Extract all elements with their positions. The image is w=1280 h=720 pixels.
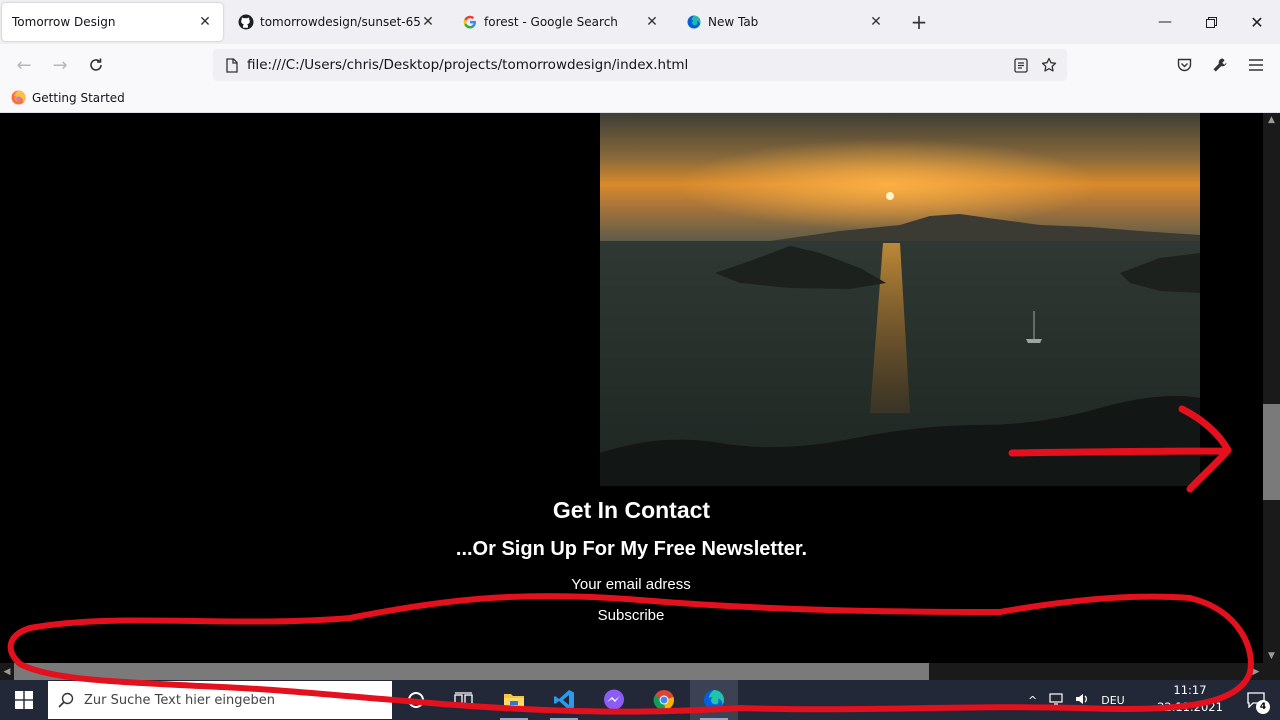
menu-icon[interactable] <box>1241 50 1271 80</box>
scrollbar-corner <box>1263 663 1280 680</box>
tab-title: forest - Google Search <box>484 15 618 29</box>
close-icon[interactable]: ✕ <box>868 14 884 30</box>
firefox-icon[interactable] <box>690 680 738 720</box>
horizontal-scrollbar[interactable]: ◀ ▶ <box>0 663 1263 680</box>
scroll-down-arrow[interactable]: ▼ <box>1263 649 1280 663</box>
tab-title: tomorrowdesign/sunset-65925… <box>260 15 420 29</box>
vertical-scroll-thumb[interactable] <box>1263 404 1280 500</box>
bookmarks-toolbar: Getting Started <box>0 86 1280 113</box>
scroll-left-arrow[interactable]: ◀ <box>0 663 14 680</box>
minimize-button[interactable]: — <box>1142 0 1188 44</box>
bookmark-label: Getting Started <box>32 90 125 105</box>
notification-badge: 4 <box>1256 700 1270 714</box>
close-icon[interactable]: ✕ <box>197 14 213 30</box>
forward-button[interactable]: → <box>45 50 75 80</box>
close-icon[interactable]: ✕ <box>644 14 660 30</box>
system-tray: ^ DEU <box>1028 680 1125 720</box>
clock-time: 11:17 <box>1173 683 1207 697</box>
volume-icon[interactable] <box>1075 693 1089 708</box>
tab-github[interactable]: tomorrowdesign/sunset-65925… ✕ <box>228 3 446 41</box>
new-tab-button[interactable]: + <box>906 10 932 34</box>
taskbar-clock[interactable]: 11:17 22.11.2021 <box>1150 682 1230 716</box>
reader-view-icon[interactable] <box>1007 57 1035 73</box>
tab-new-tab[interactable]: New Tab ✕ <box>676 3 894 41</box>
reload-button[interactable] <box>81 50 111 80</box>
taskbar-search[interactable] <box>48 681 392 719</box>
github-icon <box>238 14 254 30</box>
url-text[interactable]: file:///C:/Users/chris/Desktop/projects/… <box>247 57 1007 73</box>
tab-tomorrow-design[interactable]: Tomorrow Design ✕ <box>2 3 223 41</box>
navigation-bar: ← → file:///C:/Users/chris/Desktop/proje… <box>0 44 1280 86</box>
tab-google-search[interactable]: forest - Google Search ✕ <box>452 3 670 41</box>
url-bar[interactable]: file:///C:/Users/chris/Desktop/projects/… <box>213 49 1067 81</box>
horizontal-scroll-thumb[interactable] <box>14 663 929 680</box>
vscode-icon[interactable] <box>540 680 588 720</box>
restore-button[interactable] <box>1188 0 1234 44</box>
start-button[interactable] <box>0 680 48 720</box>
page-icon <box>217 57 247 73</box>
google-icon <box>462 14 478 30</box>
firefox-icon <box>686 14 702 30</box>
tab-title: Tomorrow Design <box>12 15 116 29</box>
tab-title: New Tab <box>708 15 759 29</box>
scroll-right-arrow[interactable]: ▶ <box>1249 663 1263 680</box>
clock-date: 22.11.2021 <box>1157 700 1223 714</box>
chrome-icon[interactable] <box>640 680 688 720</box>
messenger-icon[interactable] <box>590 680 638 720</box>
reload-icon <box>90 58 102 71</box>
search-icon <box>48 692 84 708</box>
notification-center-button[interactable]: 4 <box>1236 680 1276 720</box>
cortana-icon[interactable] <box>392 680 440 720</box>
email-field[interactable] <box>531 574 731 594</box>
vertical-scrollbar[interactable]: ▲ ▼ <box>1263 113 1280 663</box>
close-icon[interactable]: ✕ <box>420 14 436 30</box>
search-input[interactable] <box>84 692 374 708</box>
windows-icon <box>15 691 33 709</box>
bookmark-getting-started[interactable]: Getting Started <box>11 90 125 105</box>
newsletter-heading: ...Or Sign Up For My Free Newsletter. <box>455 538 808 560</box>
keyboard-language[interactable]: DEU <box>1101 694 1124 707</box>
back-button[interactable]: ← <box>9 50 39 80</box>
scroll-up-arrow[interactable]: ▲ <box>1263 113 1280 127</box>
windows-taskbar: ^ DEU 11:17 22.11.2021 4 <box>0 680 1280 720</box>
page-content: Get In Contact ...Or Sign Up For My Free… <box>0 113 1263 663</box>
file-explorer-icon[interactable] <box>490 680 538 720</box>
sunset-image <box>600 113 1200 486</box>
bookmark-star-icon[interactable] <box>1035 57 1063 73</box>
subscribe-button[interactable]: Subscribe <box>581 605 681 625</box>
task-view-icon[interactable] <box>440 680 488 720</box>
firefox-icon <box>11 90 26 105</box>
contact-heading: Get In Contact <box>552 497 711 523</box>
network-icon[interactable] <box>1049 692 1063 708</box>
pocket-icon[interactable] <box>1169 50 1199 80</box>
wrench-icon[interactable] <box>1205 50 1235 80</box>
chevron-up-icon[interactable]: ^ <box>1028 694 1037 707</box>
tab-strip: Tomorrow Design ✕ tomorrowdesign/sunset-… <box>0 0 1280 44</box>
close-window-button[interactable]: ✕ <box>1234 0 1280 44</box>
